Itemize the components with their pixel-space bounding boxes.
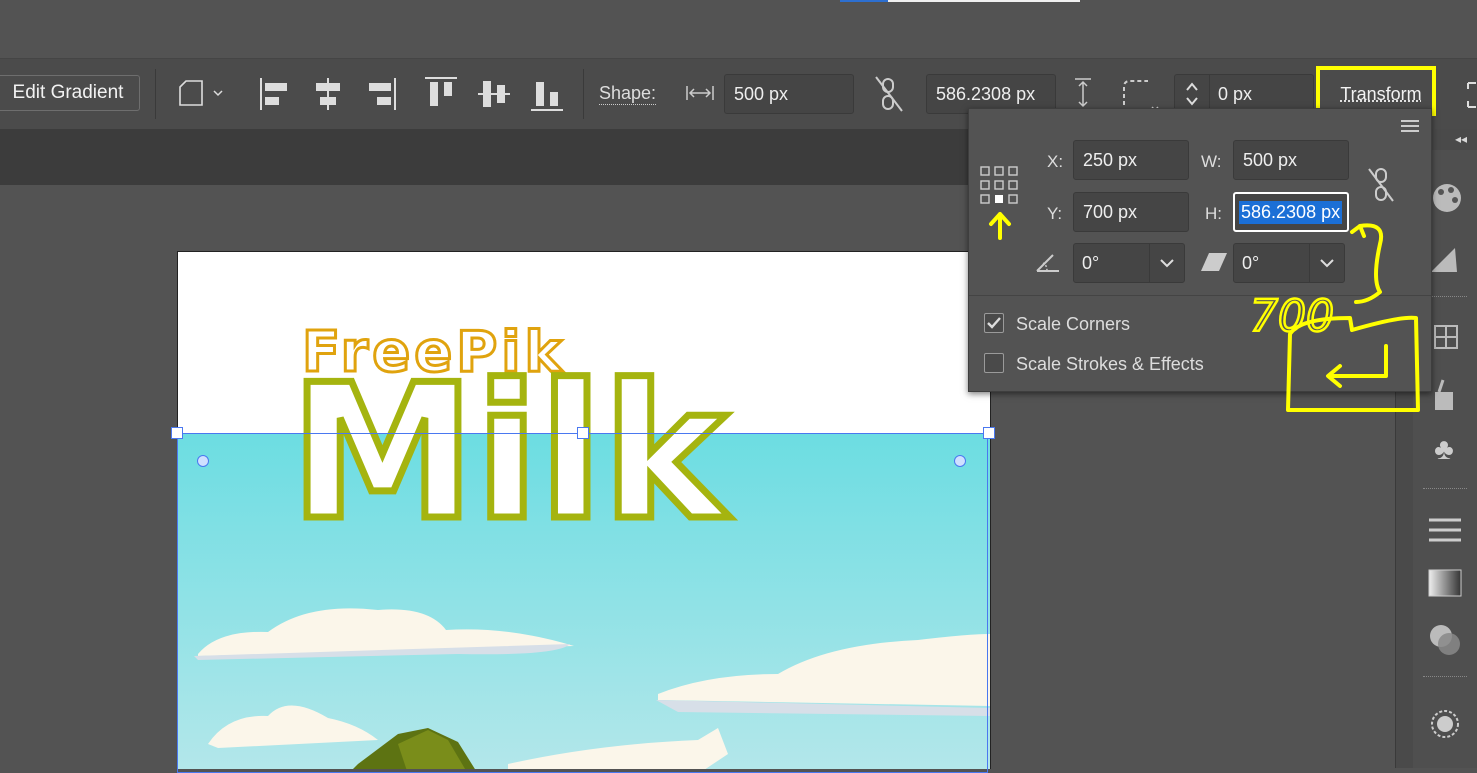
handwritten-annotation-overlay: 700 — [0, 0, 1477, 768]
handwritten-value: 700 — [1250, 291, 1334, 342]
